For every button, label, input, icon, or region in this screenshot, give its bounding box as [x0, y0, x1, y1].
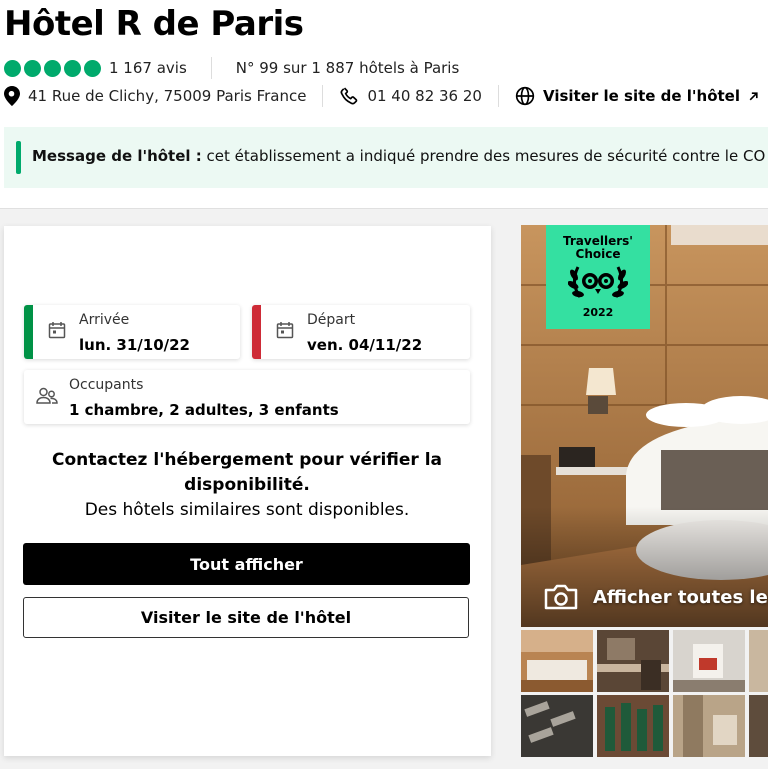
thumbnail-image: [749, 630, 768, 692]
photo-thumbnail[interactable]: [749, 630, 768, 692]
review-count-link[interactable]: 1 167 avis: [109, 59, 187, 77]
show-all-photos-label: Afficher toutes les p: [593, 586, 768, 608]
availability-heading: Contactez l'hébergement pour vérifier la…: [51, 450, 443, 495]
hotel-title: Hôtel R de Paris: [4, 4, 304, 44]
rating-bubble: [84, 59, 101, 77]
checkin-label: Arrivée: [79, 312, 130, 328]
rating-bubble: [4, 59, 21, 77]
phone-icon: [341, 87, 358, 105]
banner-accent-bar: [16, 141, 21, 174]
booking-card: Arrivée lun. 31/10/22 Départ ven. 04/11/…: [4, 226, 491, 756]
checkout-value: ven. 04/11/22: [307, 336, 423, 354]
checkin-value: lun. 31/10/22: [79, 336, 190, 354]
rating-bubble: [44, 59, 61, 77]
guests-field[interactable]: Occupants 1 chambre, 2 adultes, 3 enfant…: [24, 370, 470, 424]
photo-thumbnail[interactable]: [597, 695, 669, 757]
camera-icon: [544, 584, 578, 610]
thumbnail-image: [749, 695, 768, 757]
contact-row: 41 Rue de Clichy, 75009 Paris France 01 …: [4, 85, 759, 107]
thumbnail-image: [673, 695, 745, 757]
badge-year: 2022: [582, 306, 614, 319]
calendar-icon: [48, 322, 66, 339]
address-item[interactable]: 41 Rue de Clichy, 75009 Paris France: [4, 86, 306, 106]
hotel-message-label: Message de l'hôtel :: [32, 147, 202, 165]
availability-message: Contactez l'hébergement pour vérifier la…: [24, 448, 470, 523]
calendar-icon: [276, 322, 294, 339]
hotel-message-banner: Message de l'hôtel : cet établissement a…: [4, 127, 768, 188]
phone-number: 01 40 82 36 20: [367, 87, 482, 105]
checkin-accent: [24, 305, 33, 359]
phone-item[interactable]: 01 40 82 36 20: [339, 86, 482, 106]
badge-title: Travellers' Choice: [563, 234, 633, 261]
divider: [210, 57, 212, 79]
address-text: 41 Rue de Clichy, 75009 Paris France: [28, 87, 307, 105]
owl-icon: [568, 266, 628, 298]
external-arrow-icon: [749, 91, 758, 100]
rating-bubbles[interactable]: [4, 59, 101, 77]
hotel-message-text: Message de l'hôtel : cet établissement a…: [32, 147, 765, 165]
checkout-field[interactable]: Départ ven. 04/11/22: [252, 305, 470, 359]
rating-row: 1 167 avis N° 99 sur 1 887 hôtels à Pari…: [4, 57, 459, 79]
photo-thumbnail[interactable]: [673, 630, 745, 692]
divider: [497, 85, 499, 107]
checkin-field[interactable]: Arrivée lun. 31/10/22: [24, 305, 240, 359]
visit-website-button[interactable]: Visiter le site de l'hôtel: [23, 597, 469, 638]
show-all-button[interactable]: Tout afficher: [23, 543, 470, 585]
website-item[interactable]: Visiter le site de l'hôtel: [515, 86, 759, 106]
guests-value: 1 chambre, 2 adultes, 3 enfants: [69, 401, 339, 419]
rating-bubble: [64, 59, 81, 77]
travellers-choice-badge: Travellers' Choice 2022: [546, 225, 650, 329]
divider: [322, 85, 324, 107]
location-pin-icon: [4, 86, 20, 106]
checkout-accent: [252, 305, 261, 359]
photo-thumbnail[interactable]: [521, 630, 593, 692]
guests-label: Occupants: [69, 377, 144, 393]
thumbnail-image: [597, 630, 669, 692]
ranking-link[interactable]: N° 99 sur 1 887 hôtels à Paris: [236, 59, 460, 77]
checkout-label: Départ: [307, 312, 356, 328]
photo-thumbnail[interactable]: [749, 695, 768, 757]
thumbnail-image: [673, 630, 745, 692]
photo-thumbnail[interactable]: [521, 695, 593, 757]
thumbnail-image: [521, 630, 593, 692]
people-icon: [36, 387, 58, 404]
website-link[interactable]: Visiter le site de l'hôtel: [543, 87, 740, 105]
globe-icon: [515, 86, 535, 106]
photo-thumbnail[interactable]: [597, 630, 669, 692]
availability-subtext: Des hôtels similaires sont disponibles.: [84, 500, 410, 520]
thumbnail-image: [597, 695, 669, 757]
rating-bubble: [24, 59, 41, 77]
show-all-photos[interactable]: Afficher toutes les p: [543, 583, 768, 611]
photo-thumbnail[interactable]: [673, 695, 745, 757]
thumbnail-image: [521, 695, 593, 757]
hotel-message-body: cet établissement a indiqué prendre des …: [201, 147, 766, 165]
